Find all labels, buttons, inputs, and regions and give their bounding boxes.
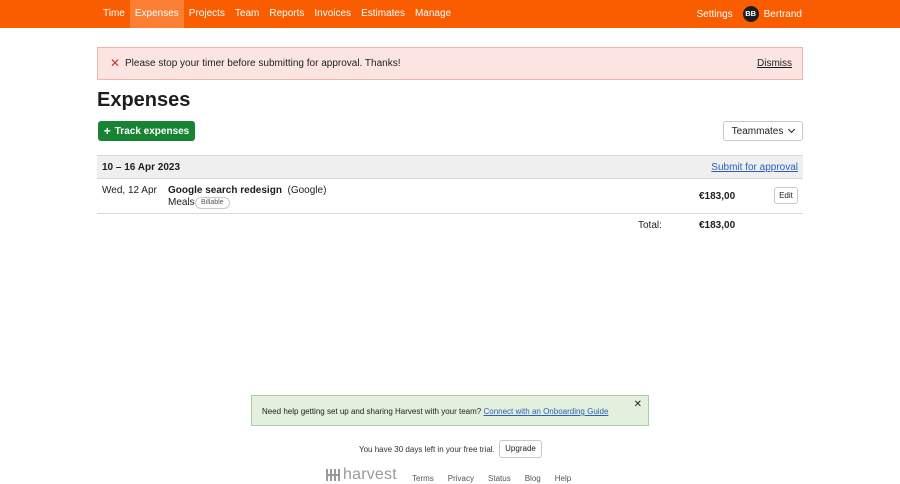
nav-right-group: Settings BB Bertrand [697,0,802,28]
close-icon[interactable]: ✕ [634,400,642,410]
teammates-label: Teammates [731,125,784,137]
footer-link-blog[interactable]: Blog [525,474,541,483]
top-navigation-bar: Time Expenses Projects Team Reports Invo… [0,0,900,28]
alert-message: Please stop your timer before submitting… [125,58,401,69]
table-row: Wed, 12 Apr Google search redesign (Goog… [97,179,803,214]
nav-item-manage[interactable]: Manage [410,0,456,28]
week-header: 10 – 16 Apr 2023 Submit for approval [97,155,803,179]
chevron-down-icon [788,125,796,134]
footer-link-privacy[interactable]: Privacy [448,474,474,483]
client-name: (Google) [287,185,327,196]
nav-item-reports[interactable]: Reports [264,0,309,28]
project-name: Google search redesign [168,185,282,196]
dismiss-link[interactable]: Dismiss [757,58,792,69]
avatar[interactable]: BB [742,6,759,22]
logo-wordmark: harvest [343,465,397,483]
nav-item-expenses[interactable]: Expenses [129,0,184,28]
footer-link-help[interactable]: Help [555,474,571,483]
track-expenses-label: Track expenses [114,125,190,137]
nav-item-projects[interactable]: Projects [184,0,230,28]
close-icon: ✕ [109,56,121,70]
total-label: Total: [638,220,662,231]
footer-link-status[interactable]: Status [488,474,511,483]
help-text-line: Need help getting set up and sharing Har… [262,407,608,416]
edit-button[interactable]: Edit [774,187,798,204]
onboarding-help-banner: Need help getting set up and sharing Har… [251,395,649,426]
onboarding-guide-link[interactable]: Connect with an Onboarding Guide [483,407,608,416]
nav-item-time[interactable]: Time [98,0,130,28]
nav-item-invoices[interactable]: Invoices [309,0,356,28]
plus-icon: + [103,124,111,138]
footer-link-terms[interactable]: Terms [412,474,434,483]
footer-links: Terms Privacy Status Blog Help [412,474,585,483]
user-menu[interactable]: Bertrand [764,9,802,20]
harvest-logo-icon [326,468,340,481]
nav-settings-link[interactable]: Settings [697,9,733,20]
week-range: 10 – 16 Apr 2023 [102,162,181,173]
expense-project: Google search redesign (Google) [168,185,326,196]
page-title: Expenses [97,89,191,111]
submit-for-approval-link[interactable]: Submit for approval [711,162,798,173]
error-alert: ✕ Please stop your timer before submitti… [97,47,803,80]
track-expenses-button[interactable]: + Track expenses [98,121,195,141]
expense-category: Meals [168,197,195,208]
total-amount: €183,00 [699,220,736,231]
upgrade-button[interactable]: Upgrade [499,440,542,458]
main-nav: Time Expenses Projects Team Reports Invo… [98,0,456,28]
expense-date: Wed, 12 Apr [102,185,157,196]
help-text: Need help getting set up and sharing Har… [262,407,482,416]
trial-text: You have 30 days left in your free trial… [359,445,495,454]
expense-amount: €183,00 [699,191,736,202]
billable-badge: Billable [195,197,230,209]
nav-item-estimates[interactable]: Estimates [356,0,410,28]
teammates-dropdown[interactable]: Teammates [723,121,803,141]
nav-item-team[interactable]: Team [230,0,264,28]
harvest-logo[interactable]: harvest [326,466,397,483]
